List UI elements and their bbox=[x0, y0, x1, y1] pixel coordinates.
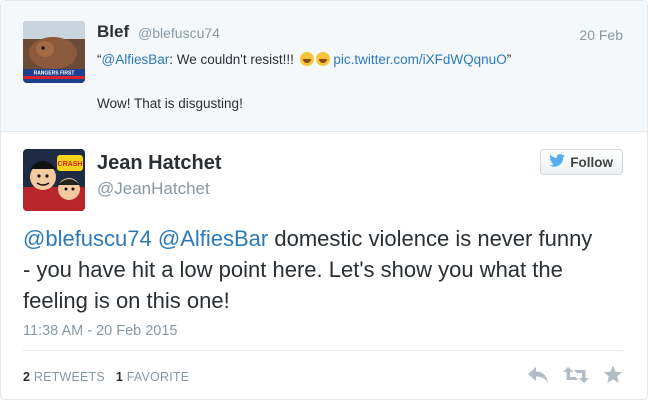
mention-link-1[interactable]: @blefuscu74 bbox=[23, 226, 152, 251]
parent-reply-text: Wow! That is disgusting! bbox=[97, 96, 243, 111]
tweet-timestamp[interactable]: 11:38 AM - 20 Feb 2015 bbox=[23, 323, 178, 339]
retweet-icon[interactable] bbox=[563, 366, 589, 384]
author-name[interactable]: Jean Hatchet bbox=[97, 152, 222, 175]
avatar-text: CRASH bbox=[58, 161, 83, 168]
favorites-count: 1 bbox=[115, 370, 124, 384]
parent-author-name[interactable]: Blef bbox=[97, 22, 129, 42]
star-icon[interactable] bbox=[603, 365, 623, 384]
parent-tweet[interactable]: RANGERS FIRST Blef @blefuscu74 20 Feb “@… bbox=[1, 1, 647, 132]
joy-emoji-icon bbox=[299, 52, 314, 66]
tweet-actions bbox=[527, 365, 623, 384]
retweets-label: RETWEETS bbox=[33, 370, 105, 384]
parent-tweet-text: “@AlfiesBar: We couldn't resist!!! pic.t… bbox=[97, 51, 617, 69]
joy-emoji-icon bbox=[315, 52, 330, 66]
favorites-label: FAVORITE bbox=[126, 370, 190, 384]
mention-link[interactable]: @AlfiesBar bbox=[102, 52, 170, 67]
favorites-stat[interactable]: 1 FAVORITE bbox=[116, 370, 189, 384]
follow-label: Follow bbox=[570, 154, 613, 170]
main-avatar[interactable]: CRASH bbox=[23, 149, 85, 211]
parent-tweet-date[interactable]: 20 Feb bbox=[579, 27, 623, 43]
retweets-count: 2 bbox=[23, 370, 31, 384]
twitter-bird-icon bbox=[549, 154, 566, 170]
reply-icon[interactable] bbox=[527, 366, 549, 384]
follow-button[interactable]: Follow bbox=[540, 149, 623, 175]
mention-link-2[interactable]: @AlfiesBar bbox=[158, 226, 268, 251]
tweet-stats: 2 RETWEETS 1 FAVORITE bbox=[23, 370, 189, 384]
retweets-stat[interactable]: 2 RETWEETS bbox=[23, 370, 105, 384]
pic-link[interactable]: pic.twitter.com/iXFdWQqnuO bbox=[333, 52, 506, 67]
avatar-caption: RANGERS FIRST bbox=[34, 71, 75, 77]
quote-text: : We couldn't resist!!! bbox=[169, 52, 298, 67]
author-handle[interactable]: @JeanHatchet bbox=[97, 179, 210, 199]
tweet-text: @blefuscu74 @AlfiesBar domestic violence… bbox=[23, 223, 603, 316]
divider bbox=[23, 350, 623, 351]
quote-close: ” bbox=[506, 52, 512, 67]
parent-author-handle[interactable]: @blefuscu74 bbox=[138, 25, 220, 41]
embedded-tweet-card: RANGERS FIRST Blef @blefuscu74 20 Feb “@… bbox=[0, 0, 648, 400]
parent-avatar[interactable]: RANGERS FIRST bbox=[23, 21, 85, 83]
